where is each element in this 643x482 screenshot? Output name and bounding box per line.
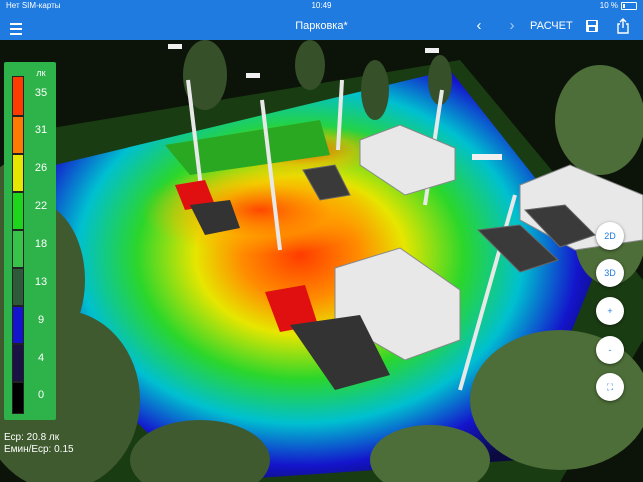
nav-bar: Парковка* ‹ › РАСЧЕТ <box>0 12 643 40</box>
illuminance-stats: Еср: 20.8 лк Емин/Еср: 0.15 <box>4 432 74 456</box>
legend-swatch <box>12 268 24 306</box>
legend-label: 26 <box>34 162 48 174</box>
legend-label: 0 <box>37 389 45 401</box>
legend-swatch <box>12 344 24 382</box>
share-icon[interactable] <box>614 12 632 40</box>
view-2d-button[interactable]: 2D <box>596 222 624 250</box>
legend-label: 9 <box>37 314 45 326</box>
legend-label: 31 <box>34 124 48 136</box>
zoom-in-button[interactable]: + <box>596 297 624 325</box>
legend-label: 35 <box>34 87 48 99</box>
undo-icon[interactable]: ‹ <box>470 12 488 40</box>
legend-swatch <box>12 382 24 414</box>
uniformity-ratio: Емин/Еср: 0.15 <box>4 444 74 455</box>
illuminance-legend: лк 35 31 26 22 18 13 9 4 0 <box>4 62 56 420</box>
legend-swatch <box>12 116 24 154</box>
redo-icon[interactable]: › <box>503 12 521 40</box>
view-3d-button[interactable]: 3D <box>596 259 624 287</box>
average-illuminance: Еср: 20.8 лк <box>4 432 60 443</box>
legend-unit: лк <box>36 68 46 78</box>
legend-swatch <box>12 306 24 344</box>
legend-label: 13 <box>34 276 48 288</box>
status-bar: Нет SIM-карты 10:49 10 % <box>0 0 643 12</box>
zoom-out-button[interactable]: - <box>596 336 624 364</box>
legend-swatch <box>12 154 24 192</box>
legend-label: 18 <box>34 238 48 250</box>
save-icon[interactable] <box>584 12 600 40</box>
legend-label: 22 <box>34 200 48 212</box>
fit-view-button[interactable]: ⛶ <box>596 373 624 401</box>
battery-status: 10 % <box>600 0 637 12</box>
legend-swatch <box>12 76 24 116</box>
calculate-button[interactable]: РАСЧЕТ <box>530 12 573 40</box>
legend-swatch <box>12 192 24 230</box>
battery-label: 10 % <box>599 1 618 10</box>
hot-zone <box>140 165 380 255</box>
3d-viewport[interactable] <box>0 40 643 482</box>
clock: 10:49 <box>311 1 332 10</box>
legend-label: 4 <box>37 352 45 364</box>
battery-icon <box>621 1 637 10</box>
legend-swatch <box>12 230 24 268</box>
